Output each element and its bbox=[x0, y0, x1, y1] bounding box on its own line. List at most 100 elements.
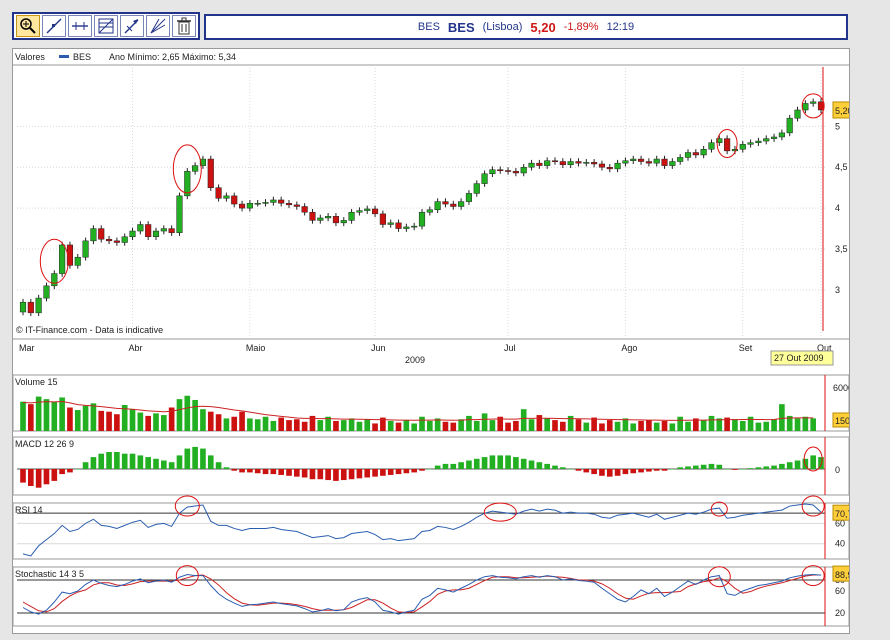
macd-bar bbox=[818, 457, 824, 469]
volume-bar bbox=[810, 418, 816, 431]
horizontal-line-tool-button[interactable] bbox=[68, 15, 92, 37]
x-month-label: Maio bbox=[246, 343, 266, 353]
volume-bar bbox=[489, 420, 496, 431]
macd-bar bbox=[630, 469, 637, 474]
macd-bar bbox=[153, 458, 159, 469]
volume-bar bbox=[254, 419, 261, 431]
macd-bar bbox=[591, 469, 597, 475]
macd-bar bbox=[575, 469, 582, 471]
macd-bar bbox=[552, 465, 558, 469]
trend-arrow-tool-button[interactable] bbox=[120, 15, 144, 37]
macd-bar bbox=[536, 462, 543, 469]
candle bbox=[637, 158, 645, 162]
macd-bar bbox=[348, 469, 355, 480]
candle bbox=[708, 142, 715, 150]
candle bbox=[293, 204, 300, 207]
macd-bar bbox=[161, 460, 167, 469]
stock-chart-svg[interactable]: Valores BES Ano Mínimo: 2,65 Máximo: 5,34 3… bbox=[12, 49, 874, 633]
macd-bar bbox=[708, 463, 715, 469]
candle bbox=[622, 160, 629, 164]
x-month-label: Jun bbox=[371, 343, 386, 353]
draw-line-tool-button[interactable] bbox=[42, 15, 66, 37]
volume-bar bbox=[395, 422, 402, 431]
macd-bar bbox=[114, 452, 120, 469]
candle bbox=[504, 170, 512, 172]
volume-bar bbox=[794, 418, 801, 431]
volume-bar bbox=[661, 420, 668, 431]
candle bbox=[512, 171, 519, 174]
volume-bar bbox=[348, 418, 355, 431]
volume-bar bbox=[802, 416, 809, 431]
candle bbox=[770, 136, 778, 139]
horizontal-line-icon bbox=[72, 22, 88, 30]
candle bbox=[74, 256, 81, 266]
macd-bar bbox=[646, 469, 652, 472]
volume-bar bbox=[779, 404, 785, 431]
price-y-tick-label: 4 bbox=[835, 203, 840, 213]
candle bbox=[254, 202, 261, 205]
volume-bar bbox=[466, 415, 472, 431]
macd-bar bbox=[247, 469, 253, 473]
macd-bar bbox=[763, 466, 770, 469]
rsi-value-label: 70,7244 bbox=[835, 509, 849, 519]
trash-tool-button[interactable] bbox=[172, 15, 196, 37]
macd-bar bbox=[207, 455, 214, 469]
candle bbox=[465, 193, 473, 202]
volume-bar bbox=[755, 422, 762, 431]
chart-area[interactable]: Valores BES Ano Mínimo: 2,65 Máximo: 5,34 3… bbox=[12, 48, 874, 634]
macd-bar bbox=[810, 455, 816, 469]
fibonacci-tool-button[interactable] bbox=[94, 15, 118, 37]
candle bbox=[238, 203, 246, 209]
macd-bar bbox=[340, 469, 347, 481]
fan-lines-tool-button[interactable] bbox=[146, 15, 170, 37]
candle bbox=[786, 117, 793, 134]
volume-bar bbox=[247, 418, 253, 431]
volume-bar bbox=[771, 419, 777, 431]
stoch-highlight-circle bbox=[801, 565, 825, 587]
volume-bar bbox=[129, 409, 136, 431]
macd-bar bbox=[356, 469, 363, 479]
data-credit: © IT-Finance.com - Data is indicative bbox=[16, 325, 163, 335]
volume-bar bbox=[427, 420, 433, 431]
x-month-label: Ago bbox=[621, 343, 637, 353]
macd-bar bbox=[786, 462, 793, 469]
candle bbox=[278, 199, 285, 204]
macd-bar bbox=[473, 458, 480, 469]
macd-bar bbox=[442, 463, 449, 469]
macd-bar bbox=[771, 465, 777, 469]
volume-bar bbox=[575, 419, 582, 431]
volume-bar bbox=[614, 421, 621, 431]
macd-bar bbox=[599, 469, 605, 476]
macd-bar bbox=[145, 457, 151, 469]
macd-bar bbox=[387, 469, 394, 475]
macd-bar bbox=[364, 469, 371, 478]
volume-bar bbox=[90, 403, 97, 431]
macd-bar bbox=[137, 455, 144, 469]
candle bbox=[794, 109, 801, 119]
volume-bar bbox=[176, 399, 183, 431]
volume-bar bbox=[419, 416, 425, 431]
zoom-in-tool-button[interactable] bbox=[16, 15, 40, 37]
volume-bar bbox=[708, 415, 715, 431]
volume-bar bbox=[231, 416, 238, 431]
macd-bar bbox=[380, 469, 386, 476]
macd-bar bbox=[317, 469, 324, 480]
candle bbox=[145, 224, 152, 238]
candle bbox=[418, 211, 426, 227]
macd-bar bbox=[129, 453, 136, 469]
candle bbox=[309, 211, 316, 221]
candle bbox=[168, 228, 175, 233]
volume-bar bbox=[481, 413, 488, 431]
macd-bar bbox=[411, 469, 417, 473]
candle bbox=[731, 148, 739, 152]
volume-panel-title: Volume 15 bbox=[15, 377, 58, 387]
candle bbox=[661, 158, 668, 166]
candle bbox=[614, 162, 621, 170]
macd-bar bbox=[724, 469, 730, 470]
chart-toolbar bbox=[12, 12, 200, 40]
candle bbox=[379, 213, 386, 225]
macd-bar bbox=[333, 469, 339, 481]
volume-bar bbox=[364, 419, 371, 431]
macd-bar bbox=[35, 469, 42, 488]
stoch-tick-label: 60 bbox=[835, 586, 845, 596]
